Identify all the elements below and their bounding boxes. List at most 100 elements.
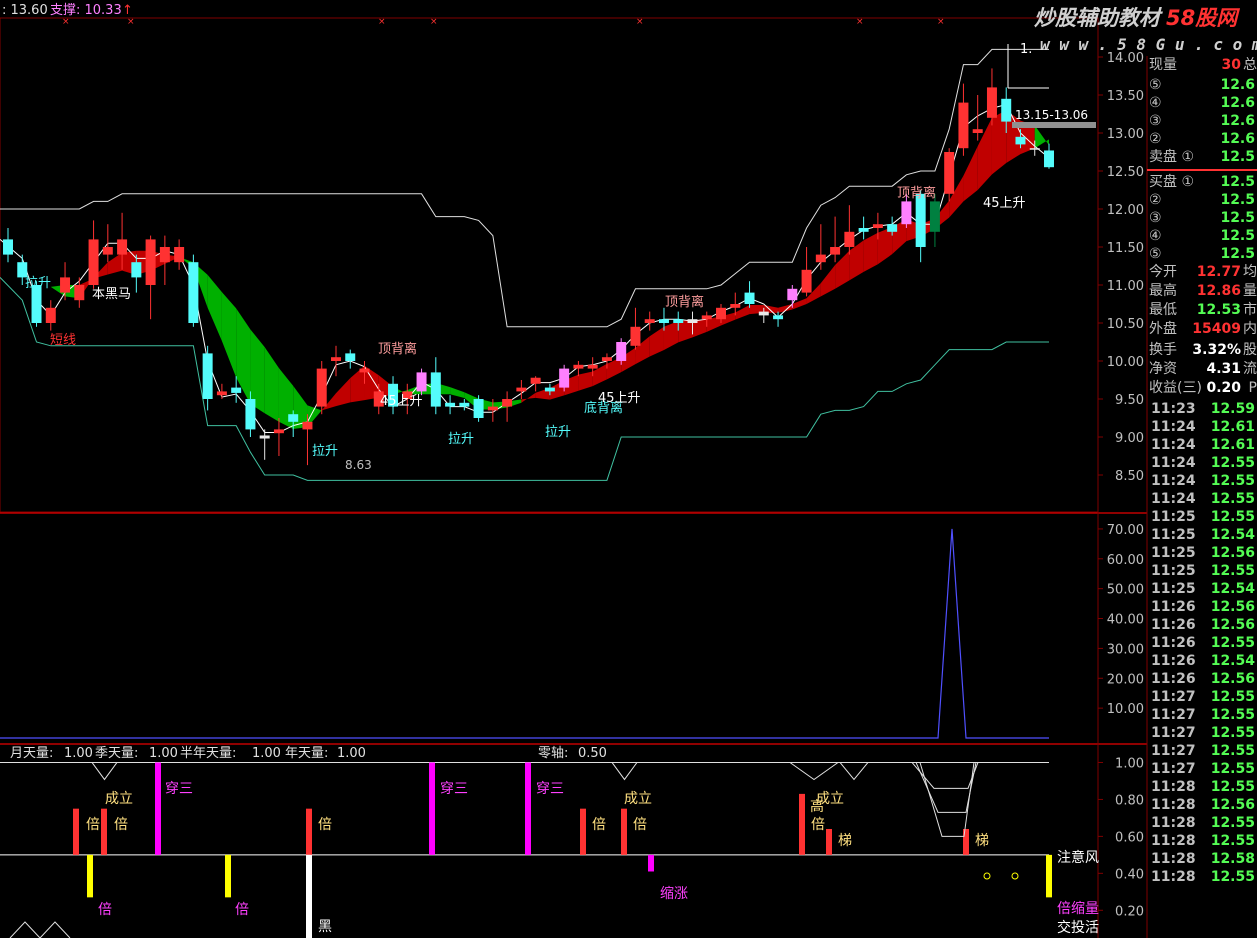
candle <box>416 368 427 396</box>
candle <box>430 357 441 415</box>
buy-level: ④ 12.5 <box>1147 227 1257 245</box>
candle <box>986 68 997 126</box>
tick-time: 11:25 <box>1151 545 1196 561</box>
stat-suffix: 股 <box>1243 342 1257 358</box>
zero-axis-value: 0.50 <box>578 746 607 761</box>
watermark-brand: 炒股辅助教材 <box>1034 6 1163 30</box>
svg-text:×: × <box>430 17 438 27</box>
stat-suffix: 内 <box>1243 321 1257 337</box>
stat-suffix: 流 <box>1243 361 1257 377</box>
indicator-header-value: 1.00 <box>252 746 281 761</box>
tick-price: 12.55 <box>1210 707 1255 723</box>
stat-label: 最高 <box>1149 283 1177 299</box>
candle-body <box>716 307 727 320</box>
red-cloud-segment <box>877 227 893 265</box>
tick-time: 11:27 <box>1151 725 1196 741</box>
indicator-panel: 月天量: 1.00 季天量: 1.00 半年天量: 1.00 年天量: 1.00 零轴: 0.50… <box>0 746 1144 938</box>
green-cloud-segment <box>207 274 222 342</box>
tick-time: 11:25 <box>1151 581 1196 597</box>
stat-suffix: 市 <box>1243 302 1257 318</box>
red-cloud-segment <box>678 320 693 343</box>
sell-level-value: 12.5 <box>1220 149 1255 165</box>
tick-time: 11:26 <box>1151 653 1196 669</box>
candle-body <box>587 364 598 369</box>
candle-body <box>102 247 113 255</box>
tick-time: 11:26 <box>1151 617 1196 633</box>
tick-price: 12.55 <box>1210 689 1255 705</box>
tick-time: 11:24 <box>1151 455 1196 471</box>
price-annotation: 拉升 <box>448 432 474 447</box>
sell-level-value: 12.6 <box>1220 131 1255 147</box>
target-bar <box>1012 122 1096 128</box>
candle <box>259 429 270 460</box>
sell-level: ⑤ 12.6 <box>1147 76 1257 94</box>
indicator-header-value: 1.00 <box>64 746 93 761</box>
candle-body <box>416 372 427 392</box>
sell-level: ④ 12.6 <box>1147 94 1257 112</box>
price-annotations: 拉升本黑马短线顶背离拉升拉升 拉升底背离45上升顶背离顶背离45上升45上升13.… <box>25 42 1096 472</box>
candle-body <box>273 429 284 434</box>
stat-value: 12.53 <box>1196 302 1241 318</box>
tick-price: 12.55 <box>1210 725 1255 741</box>
tick-time: 11:25 <box>1151 563 1196 579</box>
candle-body <box>972 129 983 133</box>
candle-body <box>117 239 128 255</box>
candle-body <box>473 399 484 418</box>
candle-body <box>288 414 299 422</box>
indicator-header-label: 季天量: <box>95 746 138 761</box>
tick-price: 12.55 <box>1210 491 1255 507</box>
candle <box>88 220 99 289</box>
candle <box>858 216 869 240</box>
tick-row: 11:25 12.56 <box>1147 544 1257 562</box>
candle-body <box>830 247 841 255</box>
svg-text:×: × <box>856 17 864 27</box>
tick-row: 11:28 12.55 <box>1147 868 1257 886</box>
sell-level-value: 12.6 <box>1220 77 1255 93</box>
indicator-header-value: 1.00 <box>337 746 366 761</box>
buy-level-label: ⑤ <box>1149 246 1162 262</box>
stat: 最低 12.53 市 <box>1147 301 1257 319</box>
candle-body <box>487 406 498 411</box>
header-support: 支撑: 10.33 <box>50 3 122 18</box>
price-annotation: 短线 <box>50 333 76 348</box>
ladder-mark <box>915 762 977 813</box>
candle-body <box>1015 136 1026 145</box>
tick-row: 11:27 12.55 <box>1147 724 1257 742</box>
current-volume-row: 现量 30 总 <box>1147 56 1257 74</box>
bottom-wave-mark <box>9 921 71 938</box>
candle-body <box>929 201 940 232</box>
ladder-mark <box>919 762 975 837</box>
svg-text:×: × <box>636 17 644 27</box>
volume-tick-label: 40.00 <box>1107 613 1144 628</box>
current-volume-value: 30 <box>1221 57 1241 73</box>
indicator-label: 倍 <box>811 817 825 833</box>
candle-body <box>459 402 470 407</box>
candle-body <box>259 435 270 439</box>
volume-tick-label: 60.00 <box>1107 553 1144 568</box>
tick-time: 11:28 <box>1151 815 1196 831</box>
tick-price: 12.55 <box>1210 509 1255 525</box>
candle-body <box>744 292 755 304</box>
volume-panel: 70.00 60.00 50.00 40.00 30.00 20.00 10.00 <box>0 523 1144 739</box>
candle <box>972 95 983 141</box>
header-arrow-icon: ↑ <box>122 3 133 18</box>
tick-time: 11:28 <box>1151 869 1196 885</box>
indicator-tick-label: 0.20 <box>1115 904 1144 919</box>
tick-row: 11:25 12.55 <box>1147 562 1257 580</box>
candle-body <box>573 364 584 369</box>
tick-time: 11:24 <box>1151 473 1196 489</box>
tick-time: 11:25 <box>1151 509 1196 525</box>
candle-body <box>986 87 997 118</box>
candle-body <box>530 377 541 384</box>
buy-level-label: ② <box>1149 192 1162 208</box>
stock-chart[interactable]: : 13.60 支撑: 10.33 ↑ × × × × × × × 炒股辅助教材 58股网 … <box>0 0 1257 938</box>
candle <box>801 247 812 297</box>
price-annotation: 本黑马 <box>92 287 131 302</box>
resistance-band <box>0 48 1049 328</box>
candle <box>202 345 213 411</box>
tick-time: 11:27 <box>1151 707 1196 723</box>
candle-body <box>245 399 256 430</box>
candle-body <box>901 201 912 225</box>
candle <box>530 376 541 392</box>
red-cloud-segment <box>835 250 850 289</box>
